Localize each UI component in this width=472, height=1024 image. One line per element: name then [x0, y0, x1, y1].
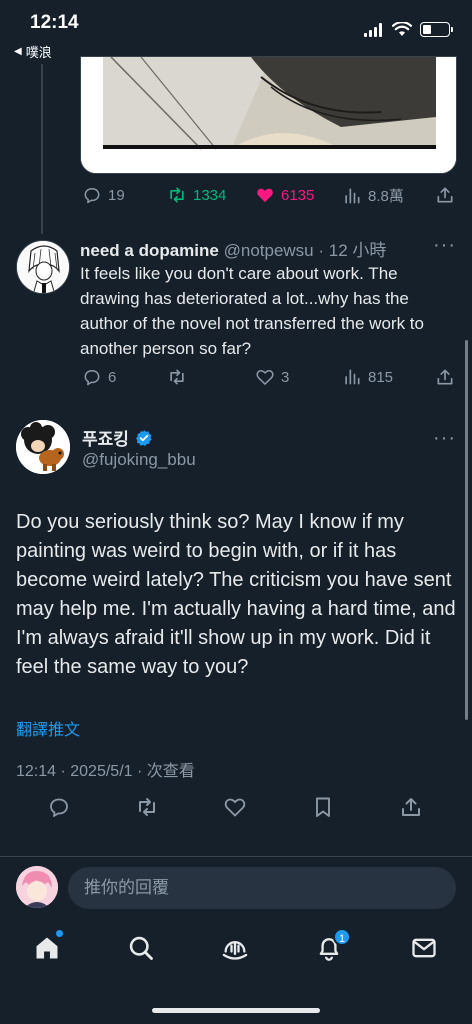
main-author-name[interactable]: 푸죠킹: [82, 425, 129, 450]
tab-search[interactable]: [125, 932, 157, 964]
reply-input[interactable]: 推你的回覆: [68, 867, 456, 909]
translate-link[interactable]: 翻譯推文: [16, 716, 80, 740]
reply-reply-count: 6: [108, 368, 117, 386]
like-icon: [256, 370, 274, 386]
parent-view-count: 8.8萬: [368, 188, 404, 205]
tweet-meta: 12:14 · 2025/5/1 · 次查看: [16, 763, 195, 780]
search-icon: [129, 936, 153, 960]
back-app-label: 噗浪: [25, 45, 52, 60]
tab-spaces[interactable]: [219, 932, 251, 964]
back-triangle-icon: ◀: [14, 46, 22, 57]
reply-author-name[interactable]: need a dopamine: [80, 241, 219, 260]
reply-share-button[interactable]: [435, 367, 455, 387]
main-share-button[interactable]: [399, 795, 423, 819]
reply-header: need a dopamine @notpewsu · 12 小時: [80, 236, 386, 261]
verified-icon: [135, 429, 152, 446]
main-retweet-button[interactable]: [135, 795, 159, 819]
retweet-icon: [170, 187, 184, 203]
thread-line: [41, 64, 43, 234]
reply-avatar[interactable]: [16, 240, 70, 294]
reply-like-button[interactable]: 3: [255, 367, 289, 387]
main-bookmark-button[interactable]: [311, 795, 335, 819]
share-icon: [437, 187, 453, 203]
status-icons: [364, 22, 453, 37]
main-reply-button[interactable]: [47, 795, 71, 819]
views-icon: [345, 369, 360, 385]
reply-reply-button[interactable]: 6: [82, 367, 116, 387]
reply-views-button[interactable]: 815: [342, 367, 393, 387]
my-avatar[interactable]: [16, 866, 58, 908]
reply-author-handle[interactable]: @notpewsu: [224, 241, 314, 260]
main-author-name-row[interactable]: 푸죠킹: [82, 425, 153, 450]
main-more-button[interactable]: ···: [433, 427, 456, 450]
tab-notifications[interactable]: 1: [313, 928, 351, 964]
like-icon: [224, 798, 246, 817]
tab-messages[interactable]: [408, 932, 440, 964]
retweet-icon: [170, 369, 184, 385]
share-icon: [437, 369, 453, 385]
tab-home[interactable]: [31, 930, 63, 964]
home-icon: [36, 937, 58, 959]
reply-icon: [84, 370, 100, 386]
share-icon: [402, 798, 420, 816]
battery-icon: [420, 22, 453, 37]
main-author-handle[interactable]: @fujoking_bbu: [82, 450, 196, 470]
retweet-icon: [139, 798, 155, 816]
parent-reply-count: 19: [108, 186, 125, 204]
reply-view-count: 815: [368, 368, 394, 386]
reply-time: · 12 小時: [318, 241, 387, 260]
parent-retweet-count: 1334: [193, 186, 227, 204]
main-tweet-text: Do you seriously think so? May I know if…: [16, 511, 456, 678]
cellular-icon: [364, 22, 382, 37]
home-indicator: [152, 1008, 320, 1013]
reply-icon: [84, 188, 100, 204]
main-avatar[interactable]: [16, 420, 70, 474]
like-icon: [257, 188, 273, 203]
scrollbar[interactable]: [465, 340, 468, 720]
parent-reply-button[interactable]: 19: [82, 185, 125, 205]
reply-like-count: 3: [281, 368, 290, 386]
parent-like-count: 6135: [281, 186, 315, 204]
reply-text: It feels like you don't care about work.…: [80, 264, 424, 358]
parent-like-button[interactable]: 6135: [255, 185, 314, 205]
spaces-icon: [222, 941, 248, 960]
bookmark-icon: [316, 797, 330, 817]
parent-views-button[interactable]: 8.8萬: [342, 185, 404, 206]
wifi-icon: [392, 22, 412, 36]
tweet-image[interactable]: [80, 56, 457, 174]
messages-icon: [412, 938, 436, 958]
parent-retweet-button[interactable]: 1334: [167, 185, 226, 205]
views-icon: [345, 188, 360, 203]
parent-share-button[interactable]: [435, 185, 455, 205]
back-to-app[interactable]: ◀ 噗浪: [14, 42, 52, 61]
notifications-badge: 1: [333, 928, 351, 946]
divider: [0, 856, 472, 857]
reply-more-button[interactable]: ···: [433, 234, 456, 257]
reply-retweet-button[interactable]: [167, 367, 187, 387]
home-new-dot: [56, 930, 63, 937]
main-like-button[interactable]: [223, 795, 247, 819]
status-time: 12:14: [30, 12, 79, 33]
reply-icon: [50, 798, 68, 817]
